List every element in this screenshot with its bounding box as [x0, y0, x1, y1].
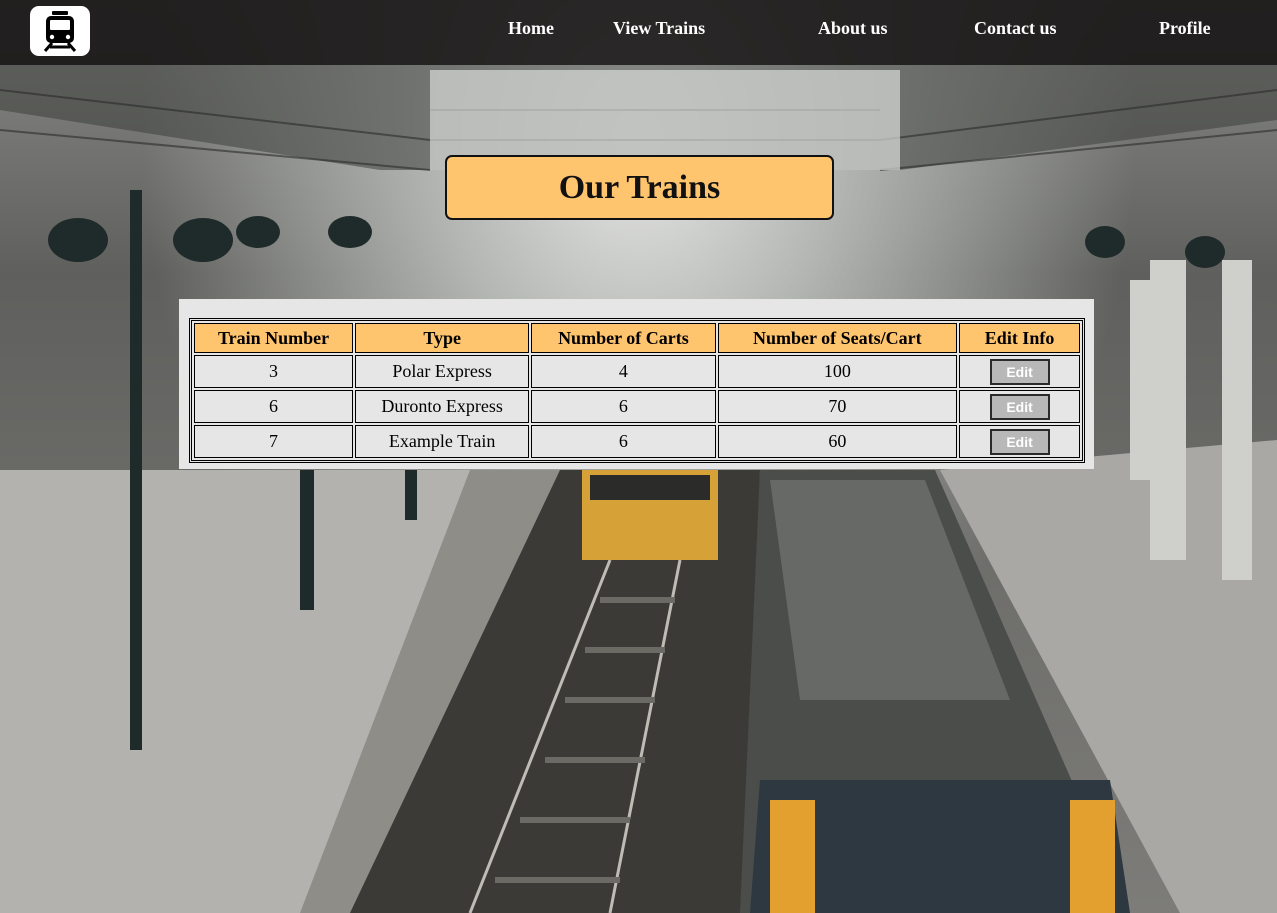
table-row: 6 Duronto Express 6 70 Edit: [194, 390, 1080, 423]
cell-train-number: 6: [194, 390, 354, 423]
cell-type: Polar Express: [355, 355, 530, 388]
edit-button[interactable]: Edit: [989, 393, 1050, 420]
table-row: 3 Polar Express 4 100 Edit: [194, 355, 1080, 388]
cell-seats: 70: [717, 390, 958, 423]
trains-table-panel: Train Number Type Number of Carts Number…: [179, 299, 1094, 469]
cell-edit: Edit: [959, 425, 1080, 458]
cell-seats: 60: [717, 425, 958, 458]
train-icon: [43, 11, 77, 52]
cell-edit: Edit: [959, 355, 1080, 388]
cell-carts: 4: [531, 355, 716, 388]
cell-seats: 100: [717, 355, 958, 388]
nav-view-trains-link[interactable]: View Trains: [613, 18, 705, 39]
cell-carts: 6: [531, 390, 716, 423]
cell-train-number: 3: [194, 355, 354, 388]
nav-profile-link[interactable]: Profile: [1159, 18, 1211, 39]
page-title: Our Trains: [445, 155, 834, 220]
nav-home-link[interactable]: Home: [508, 18, 554, 39]
header-train-number: Train Number: [194, 323, 354, 353]
header-number-of-seats-per-cart: Number of Seats/Cart: [717, 323, 958, 353]
cell-train-number: 7: [194, 425, 354, 458]
edit-button[interactable]: Edit: [989, 358, 1050, 385]
table-header-row: Train Number Type Number of Carts Number…: [194, 323, 1080, 353]
nav-about-us-link[interactable]: About us: [818, 18, 888, 39]
header-edit-info: Edit Info: [959, 323, 1080, 353]
header-number-of-carts: Number of Carts: [531, 323, 716, 353]
nav-contact-us-link[interactable]: Contact us: [974, 18, 1057, 39]
header-type: Type: [355, 323, 530, 353]
cell-edit: Edit: [959, 390, 1080, 423]
logo[interactable]: [30, 6, 90, 56]
trains-table: Train Number Type Number of Carts Number…: [189, 318, 1085, 463]
cell-carts: 6: [531, 425, 716, 458]
edit-button[interactable]: Edit: [989, 428, 1050, 455]
top-navbar: Home View Trains About us Contact us Pro…: [0, 0, 1277, 65]
cell-type: Example Train: [355, 425, 530, 458]
table-row: 7 Example Train 6 60 Edit: [194, 425, 1080, 458]
cell-type: Duronto Express: [355, 390, 530, 423]
